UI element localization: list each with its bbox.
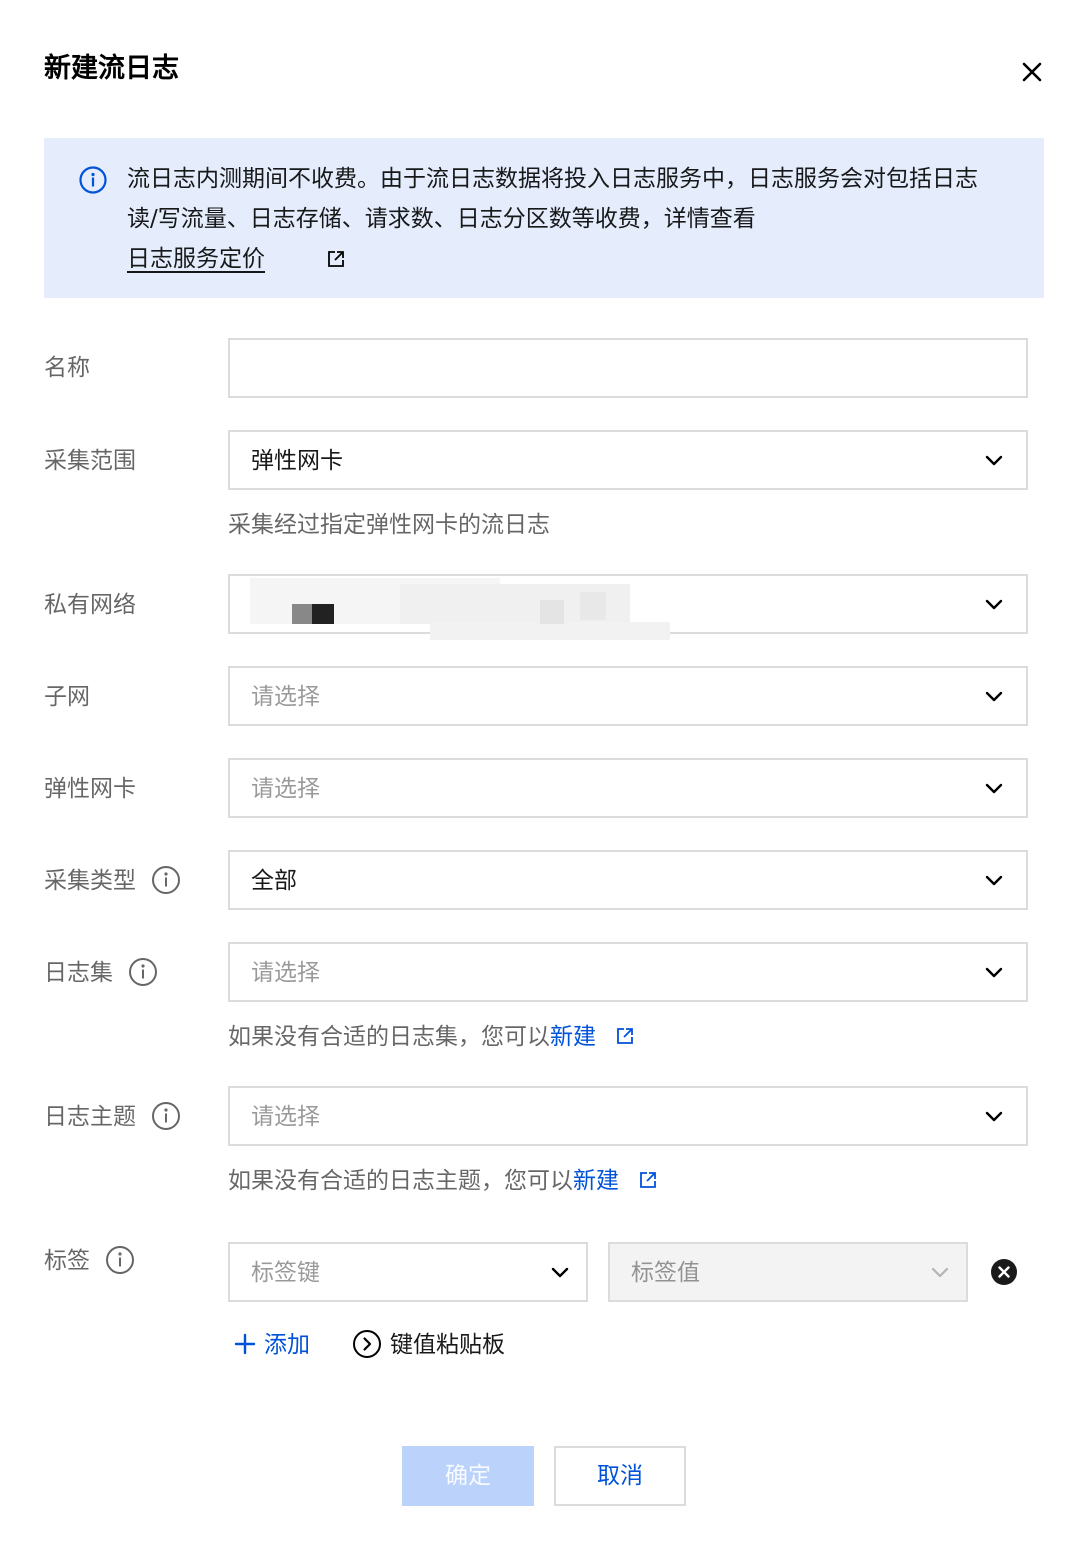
create-flow-log-dialog: 新建流日志 流日志内测期间不收费。由于流日志数据将投入日志服务中，日志服务会对包…: [0, 0, 1090, 1552]
add-tag-button[interactable]: 添加: [234, 1328, 310, 1362]
name-label: 名称: [44, 355, 90, 381]
external-link-icon[interactable]: [326, 249, 346, 269]
tags-label-text: 标签: [44, 1248, 90, 1274]
close-icon[interactable]: [1016, 56, 1048, 88]
chevron-down-icon: [985, 875, 1003, 886]
name-input[interactable]: [228, 338, 1028, 398]
info-circle-icon[interactable]: [151, 1101, 181, 1131]
subnet-select[interactable]: 请选择: [228, 666, 1028, 726]
scope-help-text: 采集经过指定弹性网卡的流日志: [228, 512, 550, 538]
collect-type-label: 采集类型: [44, 864, 181, 898]
confirm-button[interactable]: 确定: [402, 1446, 534, 1506]
chevron-right-circle-icon: [353, 1329, 381, 1358]
info-circle-icon[interactable]: [128, 957, 158, 987]
dialog-title: 新建流日志: [44, 53, 179, 84]
tag-key-select[interactable]: 标签键: [228, 1242, 588, 1302]
create-topic-link[interactable]: 新建: [573, 1168, 619, 1194]
external-link-icon[interactable]: [615, 1026, 635, 1046]
tags-label: 标签: [44, 1244, 135, 1278]
topic-help-text: 如果没有合适的日志主题，您可以: [228, 1168, 573, 1194]
cancel-button[interactable]: 取消: [554, 1446, 686, 1506]
notice-banner: 流日志内测期间不收费。由于流日志数据将投入日志服务中，日志服务会对包括日志读/写…: [44, 138, 1044, 298]
kv-paste-label: 键值粘贴板: [390, 1332, 505, 1358]
topic-help: 如果没有合适的日志主题，您可以新建: [228, 1164, 658, 1198]
notice-text: 流日志内测期间不收费。由于流日志数据将投入日志服务中，日志服务会对包括日志读/写…: [127, 166, 978, 232]
chevron-down-icon: [985, 967, 1003, 978]
subnet-placeholder: 请选择: [251, 684, 320, 710]
subnet-label: 子网: [44, 684, 90, 710]
kv-paste-button[interactable]: 键值粘贴板: [352, 1328, 505, 1362]
scope-select[interactable]: 弹性网卡: [228, 430, 1028, 490]
scope-value: 弹性网卡: [251, 448, 343, 474]
redacted-vpc-value: [250, 578, 670, 642]
eni-label: 弹性网卡: [44, 776, 136, 802]
topic-select[interactable]: 请选择: [228, 1086, 1028, 1146]
collect-type-value: 全部: [251, 868, 297, 894]
chevron-down-icon: [985, 1111, 1003, 1122]
tag-key-placeholder: 标签键: [251, 1260, 320, 1286]
external-link-icon[interactable]: [638, 1170, 658, 1190]
logset-select[interactable]: 请选择: [228, 942, 1028, 1002]
chevron-down-icon: [985, 691, 1003, 702]
info-circle-icon[interactable]: [105, 1245, 135, 1275]
info-circle-icon[interactable]: [151, 865, 181, 895]
tag-value-select[interactable]: 标签值: [608, 1242, 968, 1302]
topic-label-text: 日志主题: [44, 1104, 136, 1130]
info-circle-icon: [79, 166, 107, 194]
create-logset-link[interactable]: 新建: [550, 1024, 596, 1050]
chevron-down-icon: [985, 455, 1003, 466]
topic-placeholder: 请选择: [251, 1104, 320, 1130]
vpc-label: 私有网络: [44, 592, 136, 618]
chevron-down-icon: [931, 1267, 949, 1278]
chevron-down-icon: [985, 783, 1003, 794]
collect-type-select[interactable]: 全部: [228, 850, 1028, 910]
scope-label: 采集范围: [44, 448, 136, 474]
vpc-select[interactable]: [228, 574, 1028, 640]
pricing-link[interactable]: 日志服务定价: [127, 239, 265, 279]
eni-select[interactable]: 请选择: [228, 758, 1028, 818]
topic-label: 日志主题: [44, 1100, 181, 1134]
remove-tag-icon[interactable]: [990, 1258, 1018, 1286]
eni-placeholder: 请选择: [251, 776, 320, 802]
plus-icon: [234, 1333, 256, 1354]
logset-help-text: 如果没有合适的日志集，您可以: [228, 1024, 550, 1050]
logset-placeholder: 请选择: [251, 960, 320, 986]
logset-label-text: 日志集: [44, 960, 113, 986]
add-tag-label: 添加: [264, 1332, 310, 1358]
logset-help: 如果没有合适的日志集，您可以新建: [228, 1020, 635, 1054]
chevron-down-icon: [551, 1267, 569, 1278]
logset-label: 日志集: [44, 956, 158, 990]
tag-value-placeholder: 标签值: [631, 1260, 700, 1286]
collect-type-label-text: 采集类型: [44, 868, 136, 894]
chevron-down-icon: [985, 599, 1003, 610]
